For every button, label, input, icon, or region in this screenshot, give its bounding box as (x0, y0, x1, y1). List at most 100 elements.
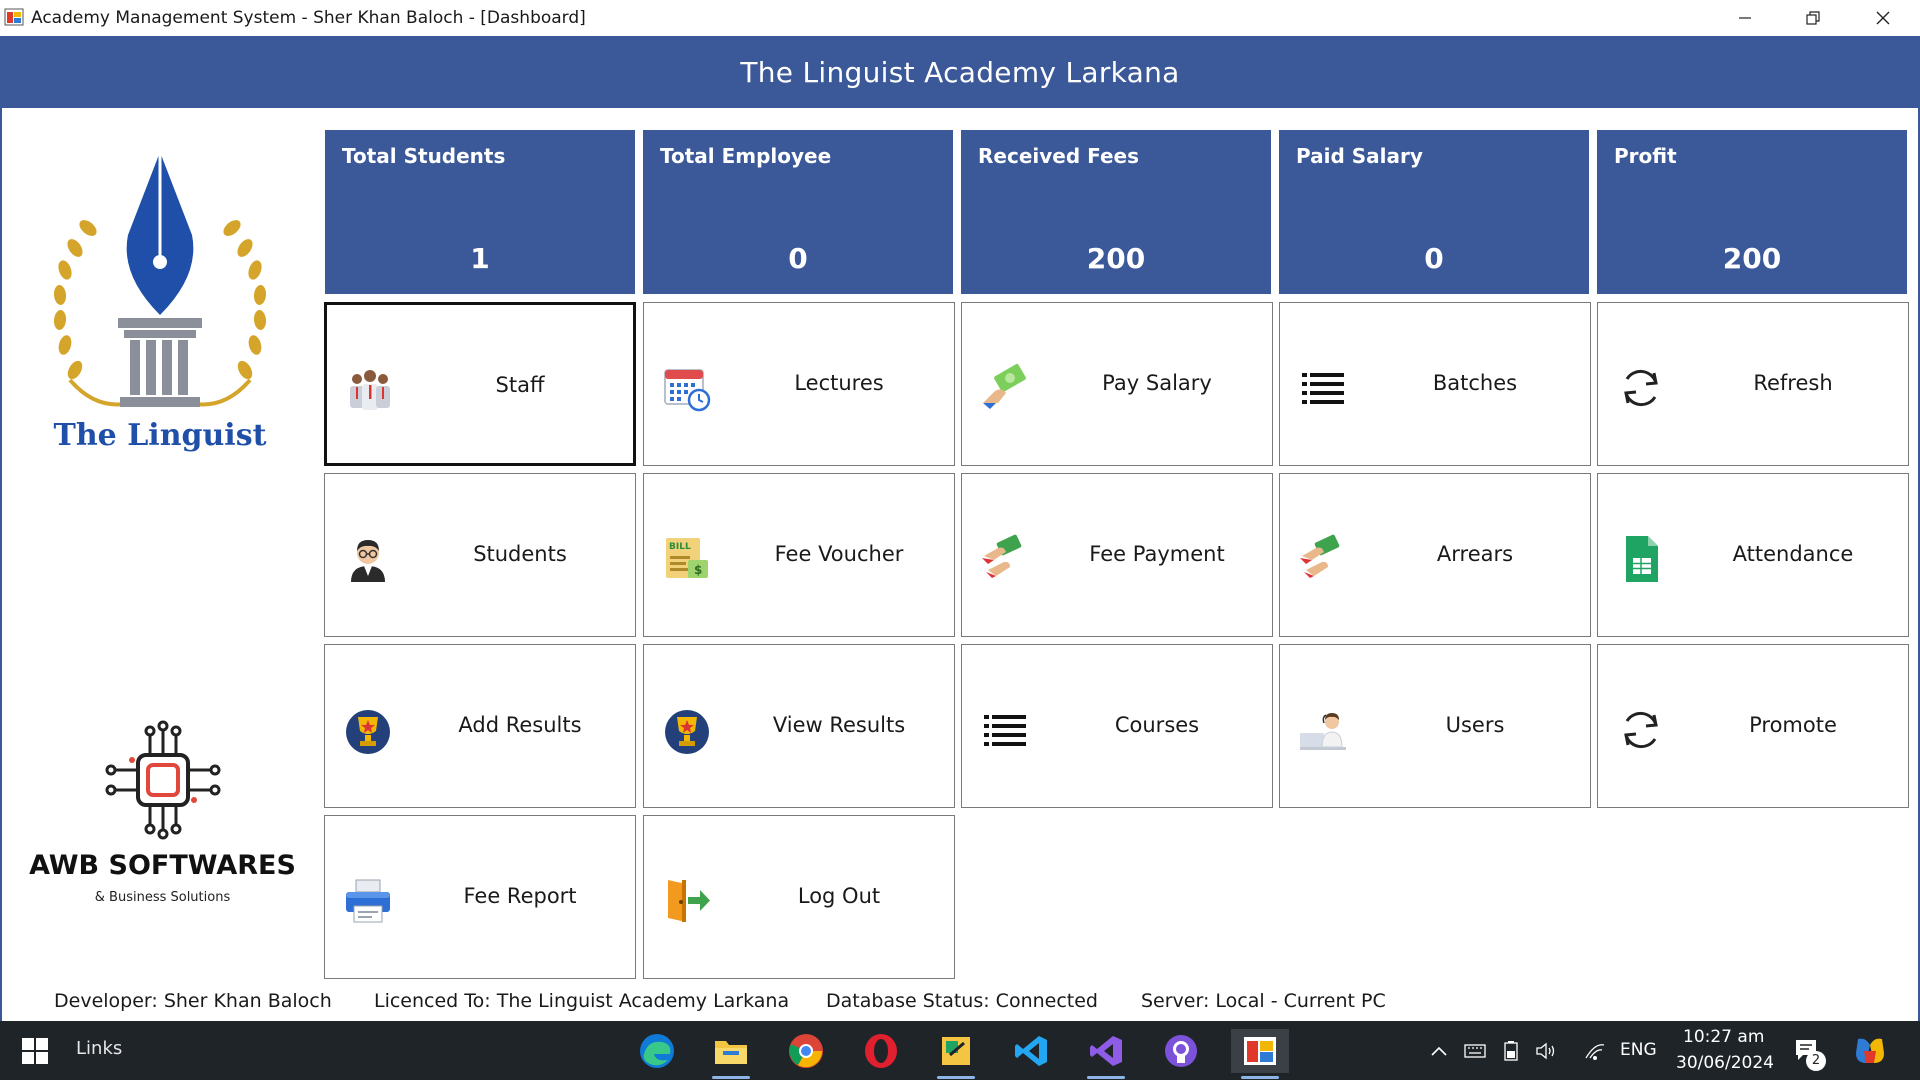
stat-label: Total Students (342, 144, 506, 168)
taskbar-opera[interactable] (856, 1029, 906, 1073)
payment-hand-icon (982, 534, 1022, 578)
fee-payment-button[interactable]: Fee Payment (961, 473, 1273, 637)
batches-button[interactable]: Batches (1279, 302, 1591, 466)
stat-value: 200 (1086, 242, 1146, 275)
payment-hand-icon (1300, 534, 1340, 578)
stat-label: Paid Salary (1296, 144, 1423, 168)
fee-report-button[interactable]: Fee Report (324, 815, 636, 979)
taskbar-vscode[interactable] (1006, 1029, 1056, 1073)
copilot-icon (1856, 1038, 1884, 1063)
staff-button[interactable]: Staff (324, 302, 636, 466)
restore-button[interactable] (1782, 0, 1844, 36)
close-button[interactable] (1852, 0, 1914, 36)
log-out-button[interactable]: Log Out (643, 815, 955, 979)
tile-label: Pay Salary (1102, 371, 1212, 395)
courses-button[interactable]: Courses (961, 644, 1273, 808)
running-indicator (1241, 1076, 1279, 1079)
start-button[interactable] (10, 1029, 60, 1073)
github-icon (1165, 1035, 1197, 1067)
restore-icon (1806, 11, 1820, 25)
app-header: The Linguist Academy Larkana (2, 36, 1918, 108)
tile-label: Refresh (1753, 371, 1833, 395)
taskbar: Links ENG 10:27 am 30/06/2024 2 (0, 1021, 1920, 1080)
awb-name: AWB SOFTWARES (29, 850, 296, 881)
running-indicator (1087, 1076, 1125, 1079)
tile-label: Attendance (1732, 542, 1854, 566)
keyboard-icon (1464, 1044, 1486, 1058)
add-results-button[interactable]: Add Results (324, 644, 636, 808)
server-status: Server: Local - Current PC (1141, 990, 1386, 1012)
user-desk-icon (1300, 713, 1346, 750)
database-status: Database Status: Connected (826, 990, 1098, 1012)
taskbar-file-explorer[interactable] (706, 1029, 756, 1079)
refresh-button[interactable]: Refresh (1597, 302, 1909, 466)
tile-label: Users (1445, 713, 1505, 737)
clock-time[interactable]: 10:27 am (1683, 1027, 1764, 1047)
circuit-chip-icon (105, 720, 221, 840)
licence-label: Licenced To: The Linguist Academy Larkan… (374, 990, 790, 1012)
tile-label: Batches (1432, 371, 1518, 395)
spreadsheet-app-icon (942, 1037, 970, 1065)
links-toolbar[interactable]: Links (76, 1038, 122, 1059)
users-button[interactable]: Users (1279, 644, 1591, 808)
tray-battery[interactable] (1496, 1029, 1526, 1073)
tray-volume[interactable] (1531, 1029, 1561, 1073)
lectures-button[interactable]: Lectures (643, 302, 955, 466)
list-icon (984, 715, 1026, 746)
taskbar-app-excel[interactable] (931, 1029, 981, 1079)
stat-value: 200 (1722, 242, 1782, 275)
taskbar-academy-app[interactable] (1231, 1029, 1289, 1079)
pay-salary-button[interactable]: Pay Salary (961, 302, 1273, 466)
linguist-emblem-icon: The Linguist (54, 152, 267, 453)
tray-input-indicator[interactable] (1460, 1029, 1490, 1073)
tile-label: Add Results (458, 713, 582, 737)
awb-tagline: & Business Solutions (94, 890, 231, 905)
logo-text: The Linguist (54, 418, 267, 453)
view-results-button[interactable]: View Results (643, 644, 955, 808)
arrears-button[interactable]: Arrears (1279, 473, 1591, 637)
taskbar-github[interactable] (1156, 1029, 1206, 1073)
stat-paid-salary: Paid Salary 0 (1279, 130, 1589, 294)
bill-icon: BILL $ (666, 538, 708, 578)
stat-total-employee: Total Employee 0 (643, 130, 953, 294)
printer-icon (346, 879, 390, 923)
developer-label: Developer: Sher Khan Baloch (54, 990, 332, 1012)
running-indicator (712, 1076, 750, 1079)
money-hand-icon (983, 363, 1026, 409)
refresh-icon (1624, 711, 1658, 749)
svg-text:BILL: BILL (669, 542, 691, 552)
academy-title: The Linguist Academy Larkana (740, 55, 1180, 89)
opera-icon (865, 1034, 897, 1068)
students-button[interactable]: Students (324, 473, 636, 637)
fee-voucher-button[interactable]: BILL $ Fee Voucher (643, 473, 955, 637)
tile-label: View Results (772, 713, 906, 737)
show-hidden-icons-button[interactable] (1424, 1029, 1454, 1073)
tray-network[interactable] (1580, 1029, 1610, 1073)
logout-door-icon (668, 880, 710, 922)
notification-center-button[interactable]: 2 (1788, 1029, 1828, 1073)
chrome-icon (789, 1034, 823, 1068)
volume-icon (1536, 1042, 1555, 1060)
taskbar-edge[interactable] (632, 1029, 682, 1073)
attendance-button[interactable]: Attendance (1597, 473, 1909, 637)
tile-label: Promote (1749, 713, 1837, 737)
stat-label: Profit (1614, 144, 1677, 168)
stat-total-students: Total Students 1 (325, 130, 635, 294)
stat-value: 1 (470, 242, 490, 275)
spreadsheet-icon (1626, 536, 1658, 582)
taskbar-visual-studio[interactable] (1081, 1029, 1131, 1079)
copilot-button[interactable] (1845, 1029, 1895, 1073)
tile-label: Log Out (797, 884, 881, 908)
edge-icon (640, 1034, 674, 1068)
stat-label: Total Employee (660, 144, 832, 168)
stat-value: 0 (1424, 242, 1444, 275)
stat-label: Received Fees (978, 144, 1140, 168)
clock-date[interactable]: 30/06/2024 (1676, 1053, 1774, 1073)
student-icon (351, 540, 385, 582)
chevron-up-icon (1431, 1046, 1447, 1056)
promote-button[interactable]: Promote (1597, 644, 1909, 808)
taskbar-chrome[interactable] (781, 1029, 831, 1073)
trophy-icon (346, 710, 390, 754)
language-indicator[interactable]: ENG (1620, 1040, 1657, 1060)
minimize-button[interactable] (1714, 0, 1776, 36)
